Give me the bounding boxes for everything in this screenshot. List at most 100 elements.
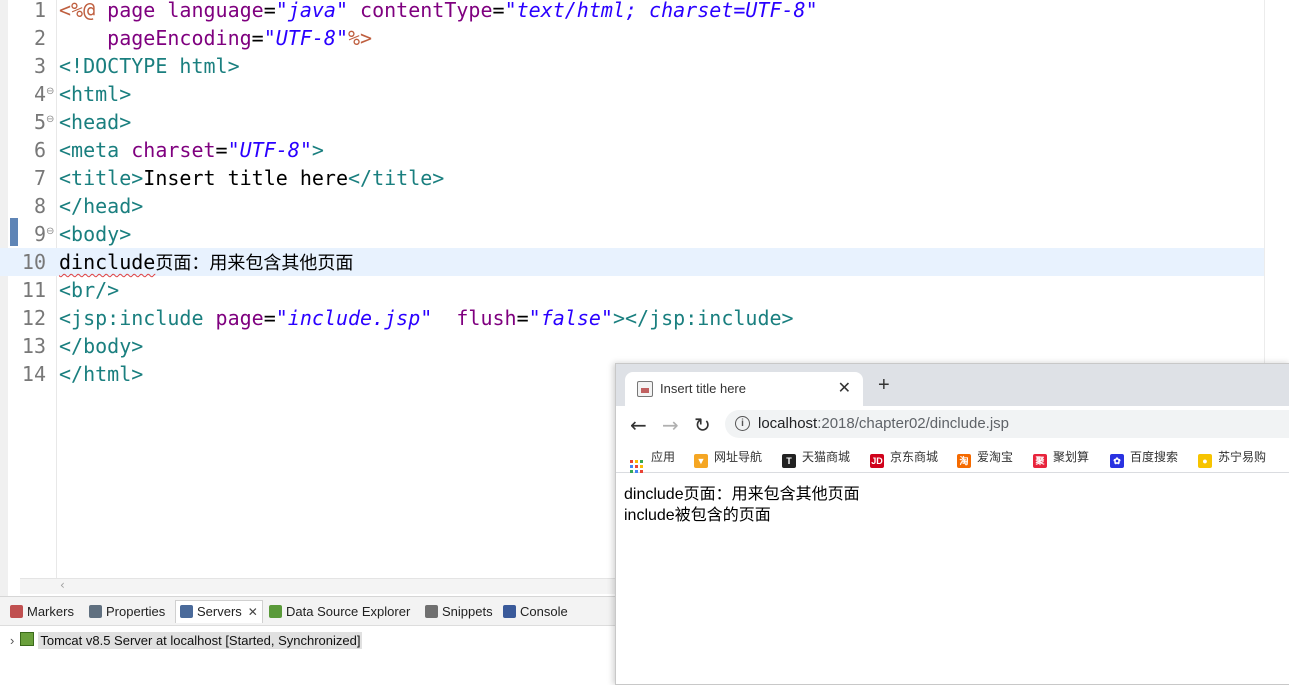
bookmark-item[interactable]: JD 京东商城	[870, 448, 938, 468]
code-line[interactable]: 11 <br/>	[0, 276, 1265, 304]
properties-icon	[89, 605, 102, 618]
fold-toggle-icon[interactable]: ⊖	[46, 80, 54, 104]
line-number: 8	[33, 194, 46, 218]
code-line[interactable]: 8 </head>	[0, 192, 1265, 220]
code-token: <meta	[59, 138, 132, 162]
code-token: <jsp:include	[59, 306, 216, 330]
line-number: 11	[21, 278, 46, 302]
close-view-icon[interactable]: ✕	[248, 605, 258, 619]
code-token: Insert title here	[143, 166, 348, 190]
line-number: 1	[33, 0, 46, 22]
tomcat-server-icon	[20, 632, 35, 646]
bookmark-label: 苏宁易购	[1218, 450, 1267, 464]
code-token: page	[215, 306, 264, 330]
fold-toggle-icon[interactable]: ⊖	[46, 220, 54, 244]
panel-tab-console[interactable]: Console	[503, 601, 568, 623]
line-number: 10	[21, 250, 46, 274]
page-favicon-icon	[637, 381, 653, 397]
apps-grid-icon	[630, 460, 643, 473]
reload-icon[interactable]: ↻	[694, 413, 711, 437]
bookmark-label: 百度搜索	[1130, 450, 1179, 464]
url-host: localhost	[758, 415, 818, 432]
code-token: "UTF-8"	[263, 26, 348, 50]
code-token: "java"	[275, 0, 349, 22]
content-line: include被包含的页面	[624, 507, 771, 524]
code-token: <body>	[59, 222, 132, 246]
code-token: =	[251, 26, 264, 50]
back-arrow-icon[interactable]: ←	[630, 413, 647, 437]
panel-tab-servers[interactable]: Servers ✕	[175, 600, 263, 623]
site-info-icon[interactable]: i	[735, 416, 750, 431]
panel-tab-label: Servers	[197, 604, 242, 619]
bookmark-label: 应用	[651, 450, 676, 464]
address-bar[interactable]: i localhost:2018/chapter02/dinclude.jsp	[725, 410, 1289, 438]
code-text: </head>	[59, 192, 143, 220]
forward-arrow-icon[interactable]: →	[662, 413, 679, 437]
code-text: <meta charset="UTF-8">	[59, 136, 324, 164]
code-line[interactable]: 13 </body>	[0, 332, 1265, 360]
bookmark-item[interactable]: ▼ 网址导航	[694, 448, 762, 468]
code-token: <%@	[59, 0, 108, 22]
code-line[interactable]: 6 <meta charset="UTF-8">	[0, 136, 1265, 164]
snippets-icon	[425, 605, 438, 618]
bookmark-item[interactable]: ● 苏宁易购	[1198, 448, 1266, 468]
line-number: 3	[33, 54, 46, 78]
bookmark-item[interactable]: 聚聚划算	[1033, 448, 1089, 468]
close-tab-icon[interactable]: ✕	[838, 378, 851, 397]
panel-tab-markers[interactable]: Markers	[10, 601, 74, 623]
bookmark-item[interactable]: T 天猫商城	[782, 448, 850, 468]
bookmark-label: 京东商城	[890, 450, 939, 464]
bookmark-item[interactable]: 应用	[630, 448, 675, 473]
code-text: </body>	[59, 332, 143, 360]
code-token: "UTF-8"	[227, 138, 312, 162]
juhuasuan-icon: 聚	[1033, 454, 1047, 468]
line-number: 7	[33, 166, 46, 190]
code-token: "false"	[528, 306, 613, 330]
panel-tab-snippets[interactable]: Snippets	[425, 601, 493, 623]
console-icon	[503, 605, 516, 618]
browser-tab-bar: Insert title here ✕ +	[616, 364, 1289, 406]
browser-toolbar: ← → ↻ i localhost:2018/chapter02/dinclud…	[616, 406, 1289, 442]
code-text: <br/>	[59, 276, 119, 304]
bookmark-item[interactable]: ✿ 百度搜索	[1110, 448, 1178, 468]
code-token: ></jsp:include>	[612, 306, 794, 330]
code-token: =	[492, 0, 505, 22]
scroll-left-icon[interactable]: ‹	[60, 578, 65, 592]
code-token: =	[516, 306, 529, 330]
code-line[interactable]: 10 dinclude页面：用来包含其他页面	[0, 248, 1265, 276]
fold-toggle-icon[interactable]: ⊖	[46, 108, 54, 132]
code-line[interactable]: 5 ⊖ <head>	[0, 108, 1265, 136]
expand-chevron-icon[interactable]: ›	[10, 633, 14, 648]
code-token: <!DOCTYPE	[59, 54, 180, 78]
server-entry-label: Tomcat v8.5 Server at localhost [Started…	[38, 632, 363, 649]
jd-icon: JD	[870, 454, 884, 468]
code-line[interactable]: 1 <%@ page language="java" contentType="t…	[0, 0, 1265, 24]
code-text: pageEncoding="UTF-8"%>	[59, 24, 372, 52]
code-line[interactable]: 2 pageEncoding="UTF-8"%>	[0, 24, 1265, 52]
server-entry[interactable]: › Tomcat v8.5 Server at localhost [Starte…	[10, 631, 363, 651]
code-text: <!DOCTYPE html>	[59, 52, 240, 80]
code-line[interactable]: 3 <!DOCTYPE html>	[0, 52, 1265, 80]
browser-tab[interactable]: Insert title here ✕	[625, 372, 863, 406]
code-line[interactable]: 7 <title>Insert title here</title>	[0, 164, 1265, 192]
code-text: <jsp:include page="include.jsp" flush="f…	[59, 304, 794, 332]
code-line[interactable]: 4 ⊖ <html>	[0, 80, 1265, 108]
code-token: charset	[131, 138, 216, 162]
aitaobao-icon: 淘	[957, 454, 971, 468]
code-text: <title>Insert title here</title>	[59, 164, 444, 192]
code-token: >	[227, 54, 240, 78]
panel-tab-properties[interactable]: Properties	[89, 601, 165, 623]
code-line[interactable]: 12 <jsp:include page="include.jsp" flush=…	[0, 304, 1265, 332]
line-number: 12	[21, 306, 46, 330]
code-lines: 1 <%@ page language="java" contentType="t…	[0, 0, 1265, 388]
code-token: language	[167, 0, 264, 22]
new-tab-icon[interactable]: +	[878, 374, 890, 397]
code-token: </head>	[59, 194, 144, 218]
content-line: dinclude页面：用来包含其他页面	[624, 486, 860, 503]
bookmark-item[interactable]: 淘爱淘宝	[957, 448, 1013, 468]
code-line[interactable]: 9 ⊖ <body>	[0, 220, 1265, 248]
code-token: >	[311, 138, 324, 162]
panel-tab-data-source-explorer[interactable]: Data Source Explorer	[269, 601, 410, 623]
line-number: 9	[33, 222, 46, 246]
line-number: 14	[21, 362, 46, 386]
